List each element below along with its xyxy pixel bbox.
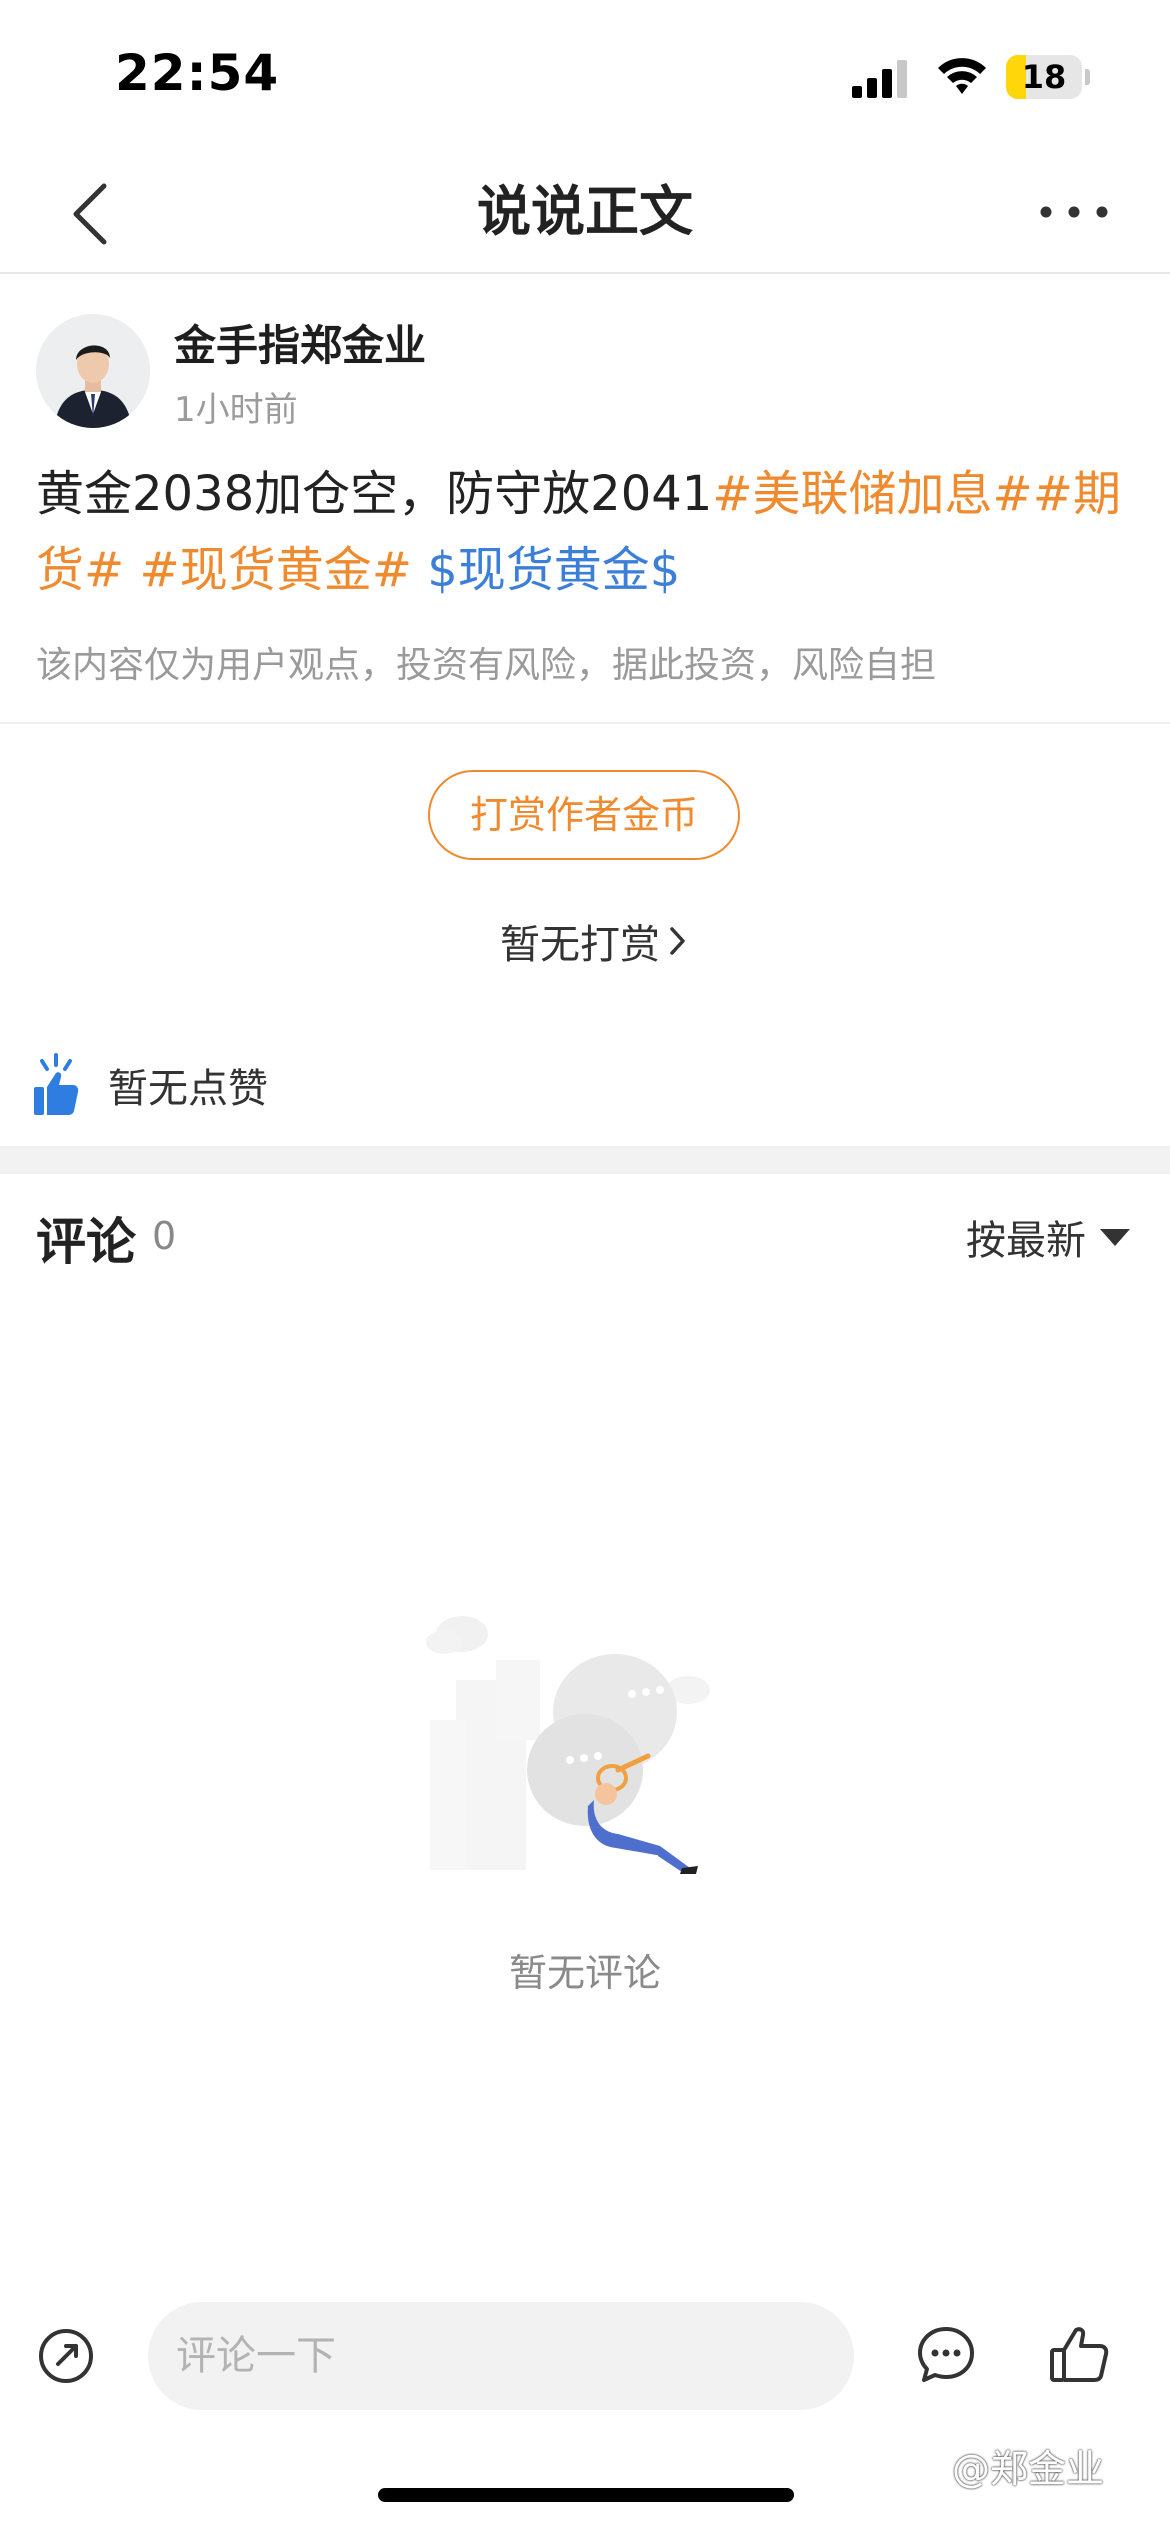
battery-level: 18 (1021, 58, 1067, 96)
caret-down-icon (1100, 1229, 1130, 1246)
comments-count: 0 (152, 1214, 177, 1258)
chevron-right-icon (670, 927, 685, 955)
comment-bubble-icon[interactable] (916, 2324, 976, 2384)
thumbs-up-icon[interactable] (1048, 2322, 1110, 2384)
thumbs-up-sparkle-icon (34, 1053, 79, 1115)
status-time: 22:54 (115, 44, 280, 102)
hashtag-link[interactable]: #美联储加息# (712, 466, 1032, 522)
stock-link[interactable]: $现货黄金$ (427, 542, 680, 598)
section-divider (0, 1146, 1170, 1174)
more-options-icon[interactable] (1036, 194, 1112, 230)
bottom-action-bar (0, 2290, 1170, 2420)
sort-dropdown[interactable]: 按最新 (966, 1208, 1130, 1266)
page-title: 说说正文 (477, 180, 693, 243)
share-compass-icon[interactable] (36, 2326, 96, 2386)
empty-comments-illustration (426, 1616, 710, 1874)
post-time: 1小时前 (174, 390, 298, 430)
battery-icon: 18 (1006, 55, 1090, 99)
home-indicator[interactable] (378, 2488, 794, 2502)
sort-label: 按最新 (966, 1218, 1086, 1264)
wifi-icon (938, 58, 986, 94)
post-text (412, 542, 427, 598)
divider (0, 722, 1170, 724)
tip-status-label: 暂无打赏 (500, 922, 660, 968)
risk-disclaimer: 该内容仅为用户观点，投资有风险，据此投资，风险自担 (36, 645, 937, 686)
nav-bar: 说说正文 (0, 150, 1170, 274)
watermark: @郑金业 (952, 2447, 1105, 2491)
likes-row: 暂无点赞 (32, 1052, 268, 1118)
cellular-signal-icon (852, 60, 907, 98)
hashtag-link[interactable]: #现货黄金# (140, 542, 412, 598)
post-text: 黄金2038加仓空，防守放2041 (36, 466, 713, 522)
avatar-photo (36, 314, 150, 428)
empty-comments-text: 暂无评论 (508, 1951, 661, 1995)
comments-title: 评论 (36, 1213, 136, 1271)
tip-status-link[interactable]: 暂无打赏 (500, 912, 688, 970)
status-bar: 22:54 18 (0, 0, 1170, 150)
comment-input[interactable] (148, 2302, 854, 2410)
post-content: 黄金2038加仓空，防守放2041#美联储加息##期货# #现货黄金# $现货黄… (36, 456, 1136, 608)
post-text (124, 542, 139, 598)
tip-author-button[interactable]: 打赏作者金币 (428, 770, 740, 860)
likes-status: 暂无点赞 (108, 1066, 268, 1112)
author-avatar[interactable] (36, 314, 150, 428)
author-name[interactable]: 金手指郑金业 (174, 312, 426, 373)
